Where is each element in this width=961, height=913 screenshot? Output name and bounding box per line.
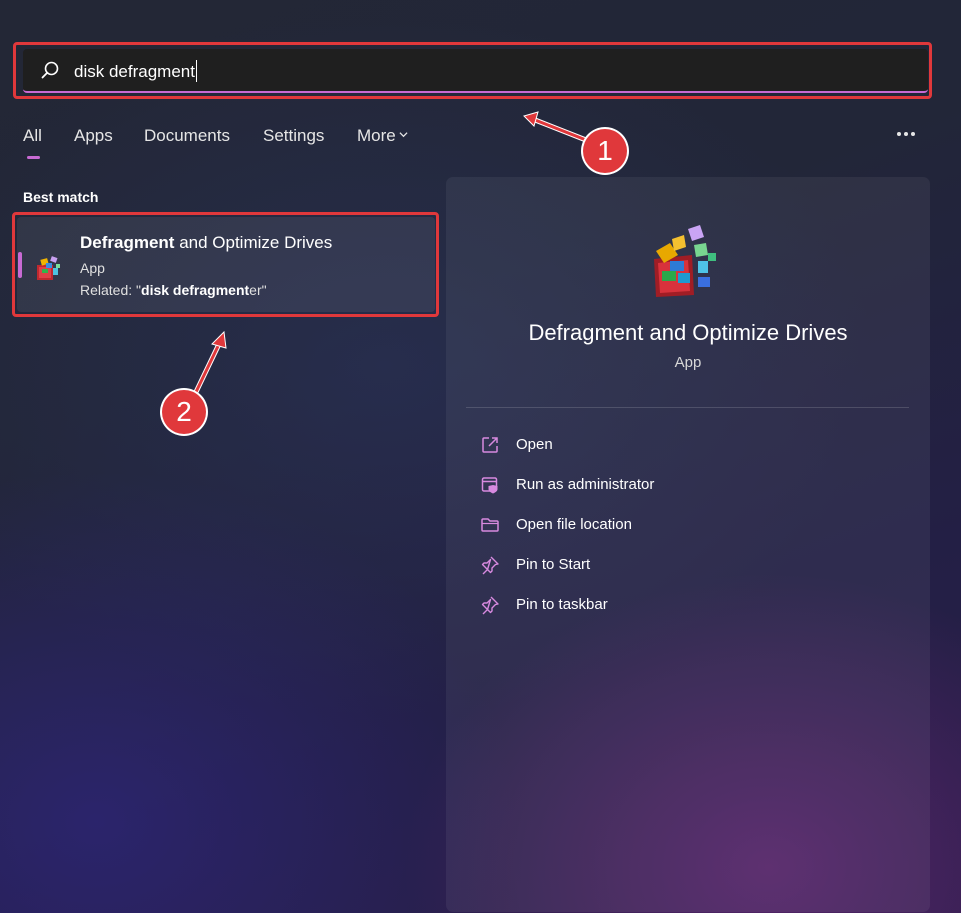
- pin-icon: [481, 556, 499, 575]
- tab-label: All: [23, 126, 42, 145]
- action-open[interactable]: Open: [480, 435, 880, 457]
- action-pin-to-taskbar[interactable]: Pin to taskbar: [480, 595, 880, 617]
- tab-label: More: [357, 126, 396, 145]
- detail-pane: Defragment and Optimize Drives App Open …: [446, 177, 930, 912]
- divider: [466, 407, 909, 408]
- action-run-as-administrator[interactable]: Run as administrator: [480, 475, 880, 497]
- tab-label: Settings: [263, 126, 325, 145]
- defrag-app-icon-large: [654, 225, 716, 297]
- chevron-down-icon: [399, 132, 408, 138]
- detail-title: Defragment and Optimize Drives: [528, 320, 848, 345]
- action-pin-to-start[interactable]: Pin to Start: [480, 555, 880, 577]
- folder-icon: [481, 518, 499, 532]
- tab-label: Apps: [74, 126, 113, 145]
- annotation-arrow-1: [523, 111, 589, 143]
- action-label: Pin to taskbar: [516, 596, 608, 613]
- active-tab-indicator: [27, 156, 40, 159]
- annotation-highlight-result: [12, 212, 439, 317]
- action-label: Open file location: [516, 516, 632, 533]
- action-label: Pin to Start: [516, 556, 591, 573]
- detail-type: App: [674, 354, 702, 371]
- tab-settings[interactable]: Settings: [263, 126, 324, 146]
- action-label: Run as administrator: [516, 476, 655, 493]
- annotation-badge-2: 2: [162, 390, 206, 434]
- pin-icon: [481, 596, 499, 615]
- annotation-badge-1: 1: [583, 129, 627, 173]
- tab-all[interactable]: All: [23, 126, 42, 146]
- open-external-icon: [482, 437, 498, 453]
- ellipsis-icon: [897, 132, 915, 136]
- more-options-button[interactable]: [893, 126, 919, 146]
- tab-documents[interactable]: Documents: [144, 126, 230, 146]
- tab-more[interactable]: More: [357, 126, 408, 146]
- tab-label: Documents: [144, 126, 230, 145]
- annotation-highlight-search: [13, 42, 932, 99]
- annotation-arrow-2: [193, 330, 227, 395]
- shield-window-icon: [481, 477, 498, 494]
- action-open-file-location[interactable]: Open file location: [480, 515, 880, 537]
- tab-apps[interactable]: Apps: [74, 126, 113, 146]
- action-label: Open: [516, 436, 553, 453]
- best-match-heading: Best match: [23, 189, 99, 205]
